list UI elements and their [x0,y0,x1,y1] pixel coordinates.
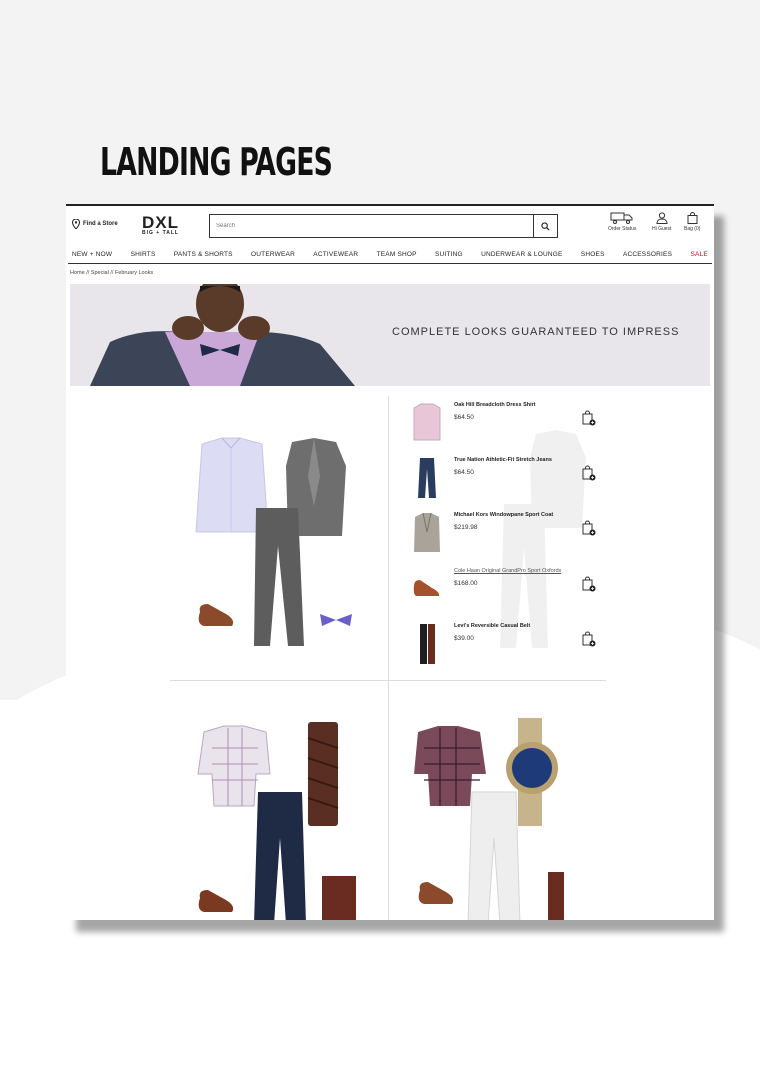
shopping-bag-icon [687,212,698,224]
website-screenshot: Find a Store DXL BIG + TALL Order Status… [66,204,714,920]
order-status-link[interactable]: Order Status [608,212,636,232]
order-status-label: Order Status [608,226,637,232]
nav-item-accessories[interactable]: ACCESSORIES [623,251,672,258]
product-thumb-3 [414,512,440,552]
bag-link[interactable]: Bag (0) [684,212,700,232]
nav-item-activewear[interactable]: ACTIVEWEAR [313,251,358,258]
breadcrumb[interactable]: Home // Special // February Looks [66,264,714,284]
search-button[interactable] [533,215,557,237]
grid-divider-horizontal [170,680,606,681]
product-thumb-5 [420,624,435,664]
product-item-3[interactable]: Michael Kors Windowpane Sport Coat $219.… [412,512,612,552]
product-thumb-2 [418,458,436,498]
site-header: Find a Store DXL BIG + TALL Order Status… [66,206,714,246]
product-item-5[interactable]: Levi's Reversible Casual Belt $39.00 [412,623,612,664]
add-to-bag-icon[interactable] [582,410,596,426]
product-price-4: $168.00 [454,580,478,587]
nav-item-team-shop[interactable]: TEAM SHOP [377,251,417,258]
account-label: Hi Guest [652,226,672,232]
product-thumb-1 [413,403,441,441]
logo-main: DXL [142,213,179,232]
find-store-link[interactable]: Find a Store [72,219,118,229]
nav-item-underwear-lounge[interactable]: UNDERWEAR & LOUNGE [481,251,563,258]
search-bar [209,214,558,238]
dxl-logo[interactable]: DXL BIG + TALL [142,214,179,236]
hero-headline: COMPLETE LOOKS GUARANTEED TO IMPRESS [392,326,680,338]
add-to-bag-icon[interactable] [582,520,596,536]
product-price-5: $39.00 [454,635,474,642]
look-2-outfit[interactable] [192,718,372,920]
add-to-bag-icon[interactable] [582,465,596,481]
bag-label: Bag (0) [684,226,701,232]
nav-item-shirts[interactable]: SHIRTS [131,251,156,258]
product-price-1: $64.50 [454,414,474,421]
nav-item-new[interactable]: NEW + NOW [72,251,112,258]
account-link[interactable]: Hi Guest [652,212,671,232]
grid-divider-vertical [388,396,389,920]
logo-sub: BIG + TALL [142,230,179,236]
product-name-1[interactable]: Oak Hill Breadcloth Dress Shirt [454,402,536,408]
truck-icon [610,212,633,224]
page-title: LANDING PAGES [100,140,333,184]
add-to-bag-icon[interactable] [582,631,596,647]
look-1-outfit[interactable] [192,436,372,656]
product-thumb-4 [413,580,440,596]
search-input[interactable] [210,215,533,237]
look-3-outfit[interactable] [414,718,594,920]
nav-item-pants-shorts[interactable]: PANTS & SHORTS [174,251,233,258]
product-price-2: $64.50 [454,469,474,476]
product-name-4[interactable]: Cole Haan Original GrandPro Sport Oxford… [454,568,561,574]
location-pin-icon [72,219,80,229]
main-nav: NEW + NOW SHIRTS PANTS & SHORTS OUTERWEA… [68,246,712,264]
product-item-2[interactable]: True Nation Athletic-Fit Stretch Jeans $… [412,457,612,498]
product-name-5[interactable]: Levi's Reversible Casual Belt [454,623,530,629]
nav-item-suiting[interactable]: SUITING [435,251,463,258]
product-name-2[interactable]: True Nation Athletic-Fit Stretch Jeans [454,457,552,463]
add-to-bag-icon[interactable] [582,576,596,592]
product-price-3: $219.98 [454,524,478,531]
model-photo [90,284,355,386]
nav-item-outerwear[interactable]: OUTERWEAR [251,251,295,258]
product-item-4[interactable]: Cole Haan Original GrandPro Sport Oxford… [412,568,612,608]
user-icon [656,212,668,224]
search-icon [541,221,550,231]
product-name-3[interactable]: Michael Kors Windowpane Sport Coat [454,512,553,518]
nav-item-sale[interactable]: SALE [690,251,707,258]
find-store-label: Find a Store [83,221,118,227]
product-item-1[interactable]: Oak Hill Breadcloth Dress Shirt $64.50 [412,402,612,442]
nav-item-shoes[interactable]: SHOES [581,251,605,258]
hero-banner[interactable]: COMPLETE LOOKS GUARANTEED TO IMPRESS [70,284,710,386]
